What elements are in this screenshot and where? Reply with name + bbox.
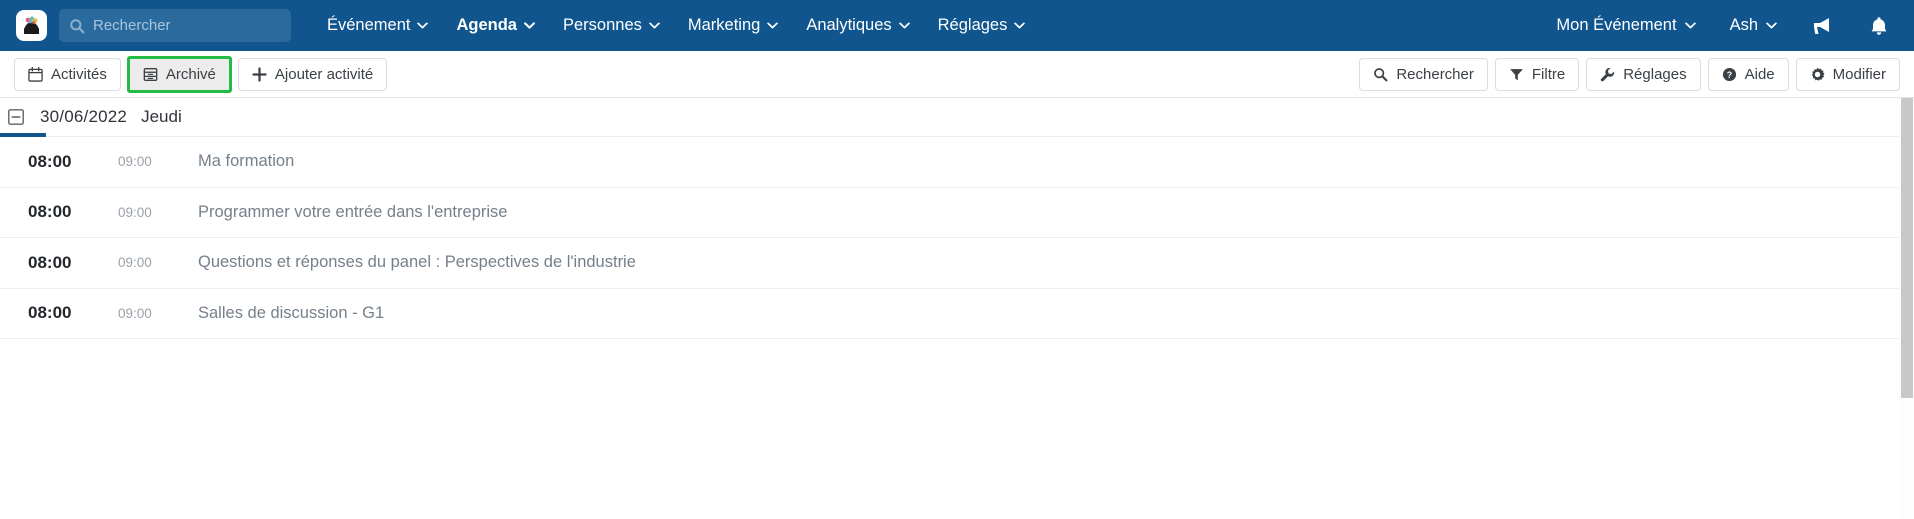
row-end-time: 09:00: [118, 154, 152, 170]
chevron-down-icon: [1766, 22, 1777, 29]
agenda-date: 30/06/2022: [40, 107, 128, 126]
chevron-down-icon: [1684, 22, 1696, 29]
event-selector[interactable]: Mon Événement: [1539, 0, 1712, 51]
row-end-time: 09:00: [118, 255, 152, 271]
edit-button-label: Modifier: [1832, 65, 1886, 83]
row-start-time: 08:00: [28, 303, 72, 323]
app-window: Événement Agenda Personnes Marketing: [0, 0, 1914, 519]
action-toolbar: Activités Archivé Ajouter activité Reche…: [0, 51, 1914, 98]
row-end-time: 09:00: [118, 305, 152, 321]
table-row[interactable]: 08:00 09:00 Questions et réponses du pan…: [0, 238, 1914, 289]
search-button[interactable]: Rechercher: [1359, 57, 1488, 91]
filter-button-label: Filtre: [1531, 65, 1566, 83]
agenda-content: 30/06/2022 Jeudi 08:00 09:00 Ma formatio…: [0, 98, 1914, 339]
calendar-icon: [28, 66, 43, 82]
svg-text:?: ?: [1726, 69, 1731, 79]
activites-button-label: Activités: [51, 65, 107, 83]
nav-item-evenement[interactable]: Événement: [313, 0, 442, 51]
search-button-label: Rechercher: [1396, 65, 1474, 83]
topbar-right-group: Mon Événement Ash: [1539, 0, 1914, 51]
nav-item-reglages[interactable]: Réglages: [924, 0, 1040, 51]
search-icon: [70, 18, 85, 33]
nav-item-label: Réglages: [937, 16, 1008, 34]
scrollbar-thumb[interactable]: [1901, 98, 1913, 398]
help-button[interactable]: ? Aide: [1707, 57, 1789, 91]
wrench-icon: [1601, 67, 1615, 81]
chevron-down-icon: [417, 22, 429, 29]
event-selector-label: Mon Événement: [1556, 16, 1677, 34]
user-menu-label: Ash: [1729, 16, 1758, 34]
notifications-button[interactable]: [1852, 0, 1914, 51]
filter-button[interactable]: Filtre: [1494, 57, 1580, 91]
plus-icon: [252, 66, 267, 82]
row-start-time: 08:00: [28, 252, 72, 272]
top-navigation-bar: Événement Agenda Personnes Marketing: [0, 0, 1914, 51]
add-activity-button-label: Ajouter activité: [274, 65, 374, 83]
date-accent-bar: [0, 133, 46, 137]
row-title: Ma formation: [198, 152, 295, 171]
nav-item-marketing[interactable]: Marketing: [674, 0, 792, 51]
agenda-weekday: Jeudi: [141, 107, 182, 126]
primary-nav: Événement Agenda Personnes Marketing Ana…: [313, 0, 1039, 51]
chevron-down-icon: [649, 22, 660, 29]
nav-item-label: Marketing: [687, 16, 761, 34]
row-title: Programmer votre entrée dans l'entrepris…: [198, 202, 508, 221]
filter-icon: [1510, 68, 1523, 80]
row-title: Questions et réponses du panel : Perspec…: [198, 253, 636, 272]
agenda-date-header: 30/06/2022 Jeudi: [0, 98, 1914, 137]
toolbar-right-group: Rechercher Filtre Réglages ? Aide Modifi…: [1359, 57, 1900, 91]
help-button-label: Aide: [1744, 65, 1775, 83]
activity-list: 08:00 09:00 Ma formation 08:00 09:00 Pro…: [0, 136, 1914, 339]
settings-button[interactable]: Réglages: [1586, 57, 1701, 91]
vertical-scrollbar[interactable]: [1899, 98, 1914, 519]
chevron-down-icon: [898, 22, 910, 29]
add-activity-button[interactable]: Ajouter activité: [237, 57, 388, 91]
toolbar-left-group: Activités Archivé Ajouter activité: [14, 55, 393, 93]
global-search-box[interactable]: [59, 9, 291, 42]
activites-button[interactable]: Activités: [14, 57, 121, 91]
chevron-down-icon: [767, 22, 779, 29]
table-row[interactable]: 08:00 09:00 Ma formation: [0, 137, 1914, 188]
gear-icon: [1811, 67, 1825, 81]
table-row[interactable]: 08:00 09:00 Salles de discussion - G1: [0, 288, 1914, 339]
nav-item-label: Événement: [327, 16, 411, 34]
row-start-time: 08:00: [28, 202, 72, 222]
nav-item-label: Personnes: [562, 16, 642, 34]
edit-button[interactable]: Modifier: [1795, 57, 1900, 91]
megaphone-icon: [1814, 17, 1829, 34]
bell-icon: [1871, 16, 1887, 35]
app-logo[interactable]: [16, 10, 47, 41]
nav-item-agenda[interactable]: Agenda: [442, 0, 549, 51]
search-icon: [1374, 67, 1388, 81]
nav-item-label: Agenda: [456, 16, 517, 34]
row-title: Salles de discussion - G1: [198, 303, 385, 322]
user-menu[interactable]: Ash: [1713, 0, 1794, 51]
row-end-time: 09:00: [118, 204, 152, 220]
settings-button-label: Réglages: [1623, 65, 1687, 83]
nav-item-personnes[interactable]: Personnes: [549, 0, 674, 51]
archive-button-label: Archivé: [165, 65, 216, 83]
search-input[interactable]: [93, 17, 281, 34]
archive-icon: [143, 67, 158, 81]
chevron-down-icon: [524, 22, 535, 29]
chevron-down-icon: [1014, 22, 1026, 29]
nav-item-analytiques[interactable]: Analytiques: [792, 0, 923, 51]
row-start-time: 08:00: [28, 151, 72, 171]
nav-item-label: Analytiques: [806, 16, 892, 34]
minus-square-icon[interactable]: [8, 109, 24, 125]
announcements-button[interactable]: [1794, 0, 1852, 51]
archive-button[interactable]: Archivé: [126, 55, 232, 93]
logo-graphic: [19, 13, 44, 38]
table-row[interactable]: 08:00 09:00 Programmer votre entrée dans…: [0, 187, 1914, 238]
help-circle-icon: ?: [1722, 67, 1736, 81]
